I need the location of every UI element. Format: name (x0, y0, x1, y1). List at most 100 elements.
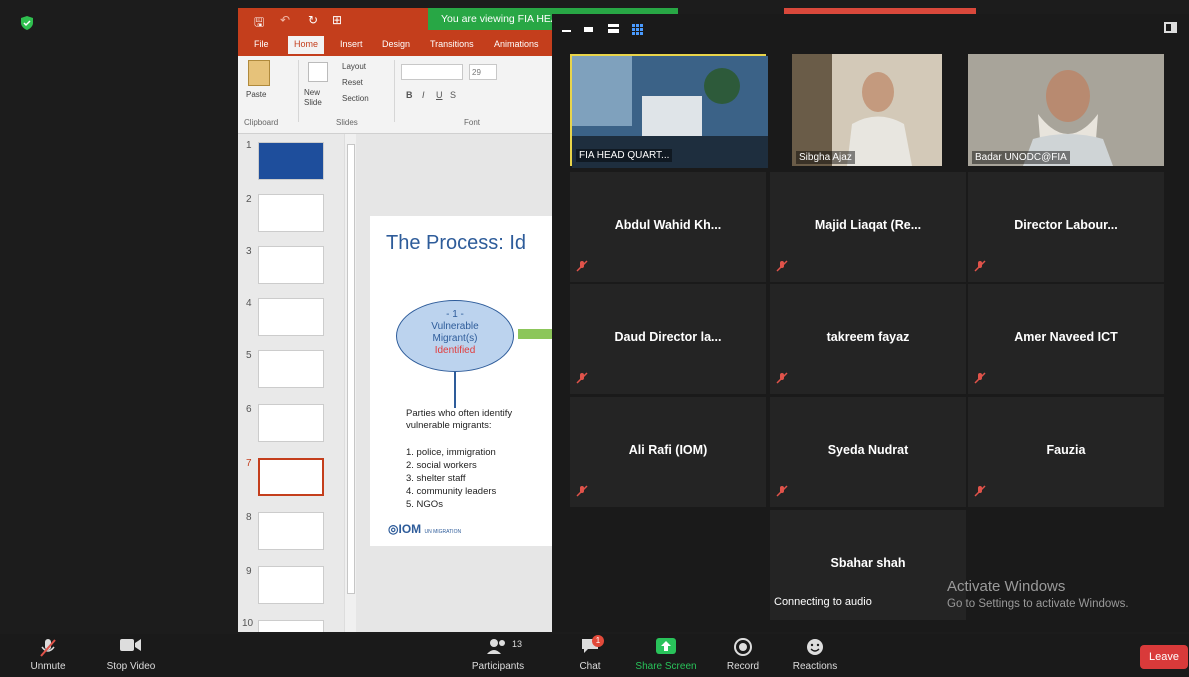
bold-icon[interactable]: B (406, 90, 413, 100)
participant-tile[interactable]: Abdul Wahid Kh... (570, 172, 766, 282)
participant-name: Majid Liaqat (Re... (814, 218, 922, 232)
tab-design[interactable]: Design (382, 39, 410, 49)
ellipse-text: Migrant(s) (432, 333, 478, 344)
layout-button[interactable]: Layout (342, 62, 366, 71)
process-ellipse: - 1 - Vulnerable Migrant(s) Identified (396, 300, 514, 372)
present-icon[interactable]: ⊞ (332, 13, 342, 27)
participant-tile[interactable]: Majid Liaqat (Re... (770, 172, 966, 282)
speaker-view-icon[interactable] (608, 24, 620, 34)
participant-name: Fauzia (1046, 443, 1086, 457)
strikethrough-icon[interactable]: S (450, 90, 456, 100)
participant-tile[interactable]: Ali Rafi (IOM) (570, 397, 766, 507)
mic-off-icon (776, 485, 788, 497)
record-icon (734, 638, 752, 656)
save-icon[interactable]: 🖫 (254, 13, 264, 34)
slide-thumb-9[interactable] (258, 566, 324, 604)
participants-count: 13 (512, 639, 523, 649)
slide-title: The Process: Id (386, 232, 527, 254)
participant-name: Amer Naveed ICT (1014, 330, 1118, 344)
undo-icon[interactable]: ↶ (280, 13, 290, 27)
participant-tile[interactable]: Sbahar shah Connecting to audio (770, 510, 966, 620)
underline-icon[interactable]: U (436, 90, 443, 100)
slide-thumb-6[interactable] (258, 404, 324, 442)
leave-button[interactable]: Leave (1140, 645, 1188, 669)
slide-thumb-3[interactable] (258, 246, 324, 284)
participant-tile[interactable]: takreem fayaz (770, 284, 966, 394)
participant-name: Daud Director la... (614, 330, 722, 344)
mic-off-icon (974, 485, 986, 497)
thumbnail-view-icon[interactable] (584, 24, 594, 34)
ellipse-text: Vulnerable (431, 321, 479, 332)
slide-thumb-5[interactable] (258, 350, 324, 388)
redo-icon[interactable]: ↻ (308, 13, 318, 27)
tab-transitions[interactable]: Transitions (430, 39, 474, 49)
video-tile[interactable]: Badar UNODC@FIA (968, 54, 1164, 166)
slide-thumb-1[interactable] (258, 142, 324, 180)
mic-off-icon (974, 372, 986, 384)
gallery-view-icon[interactable] (632, 24, 644, 36)
section-button[interactable]: Section (342, 94, 369, 103)
slide-thumb-7[interactable] (258, 458, 324, 496)
list-item: 3. shelter staff (406, 473, 466, 484)
participants-label: Participants (471, 661, 525, 672)
slide-list: 1. police, immigration 2. social workers… (406, 446, 496, 511)
participant-tile[interactable]: Amer Naveed ICT (968, 284, 1164, 394)
record-label: Record (726, 661, 760, 672)
shield-icon[interactable] (20, 16, 34, 30)
participant-tile[interactable]: Daud Director la... (570, 284, 766, 394)
share-screen-button[interactable]: Share Screen (628, 634, 704, 674)
reactions-button[interactable]: Reactions (788, 634, 842, 674)
slide-number: 6 (246, 404, 252, 415)
video-tile[interactable]: Sibgha Ajaz (792, 54, 942, 166)
participant-tile[interactable]: Fauzia (968, 397, 1164, 507)
clipboard-group-label: Clipboard (244, 118, 279, 127)
paste-label[interactable]: Paste (246, 90, 266, 99)
font-size-box[interactable]: 29 (469, 64, 497, 80)
participants-button[interactable]: 13 Participants (466, 634, 530, 674)
layout-icon[interactable] (1164, 22, 1178, 34)
connector-line (454, 372, 456, 408)
slide-thumb-10[interactable] (258, 620, 324, 632)
tab-file[interactable]: File (254, 39, 269, 49)
mic-off-icon (576, 260, 588, 272)
thumbnail-scrollbar[interactable] (344, 134, 356, 632)
chat-button[interactable]: Chat (570, 634, 610, 674)
slide-thumb-4[interactable] (258, 298, 324, 336)
mic-off-icon (576, 372, 588, 384)
slide-thumb-8[interactable] (258, 512, 324, 550)
tab-insert[interactable]: Insert (340, 39, 363, 49)
video-tile[interactable]: FIA HEAD QUART... (570, 54, 768, 168)
watermark-subtitle: Go to Settings to activate Windows. (947, 598, 1129, 610)
record-button[interactable]: Record (720, 634, 766, 674)
participant-name: Sibgha Ajaz (796, 151, 855, 164)
unmute-button[interactable]: Unmute (22, 634, 74, 674)
participant-name: Sbahar shah (830, 556, 906, 570)
list-item: 4. community leaders (406, 486, 497, 497)
share-screen-label: Share Screen (635, 661, 697, 672)
tab-animations[interactable]: Animations (494, 39, 539, 49)
reset-button[interactable]: Reset (342, 78, 363, 87)
participant-tile[interactable]: Syeda Nudrat (770, 397, 966, 507)
new-slide-label[interactable]: New Slide (304, 88, 338, 108)
italic-icon[interactable]: I (422, 90, 425, 100)
mic-off-icon (776, 372, 788, 384)
slide-intro: Parties who often identify vulnerable mi… (406, 408, 513, 431)
ellipse-number: - 1 - (446, 309, 464, 320)
list-item: 5. NGOs (406, 499, 443, 510)
iom-logo: ◎IOM UN MIGRATION (388, 522, 462, 536)
minimize-icon[interactable] (562, 24, 572, 34)
new-slide-icon[interactable] (308, 62, 328, 82)
slide-number: 10 (242, 618, 254, 629)
participant-tile[interactable]: Director Labour... (968, 172, 1164, 282)
participants-icon (487, 639, 505, 654)
stop-video-label: Stop Video (106, 661, 156, 672)
connecting-audio-status: Connecting to audio (774, 596, 872, 608)
slide-thumb-2[interactable] (258, 194, 324, 232)
current-slide[interactable]: The Process: Id - 1 - Vulnerable Migrant… (370, 216, 558, 546)
tab-home[interactable]: Home (288, 36, 325, 54)
participant-name: Abdul Wahid Kh... (614, 218, 722, 232)
font-name-box[interactable] (401, 64, 463, 80)
paste-icon[interactable] (248, 60, 270, 86)
chat-label: Chat (579, 661, 601, 672)
stop-video-button[interactable]: Stop Video (96, 634, 166, 674)
